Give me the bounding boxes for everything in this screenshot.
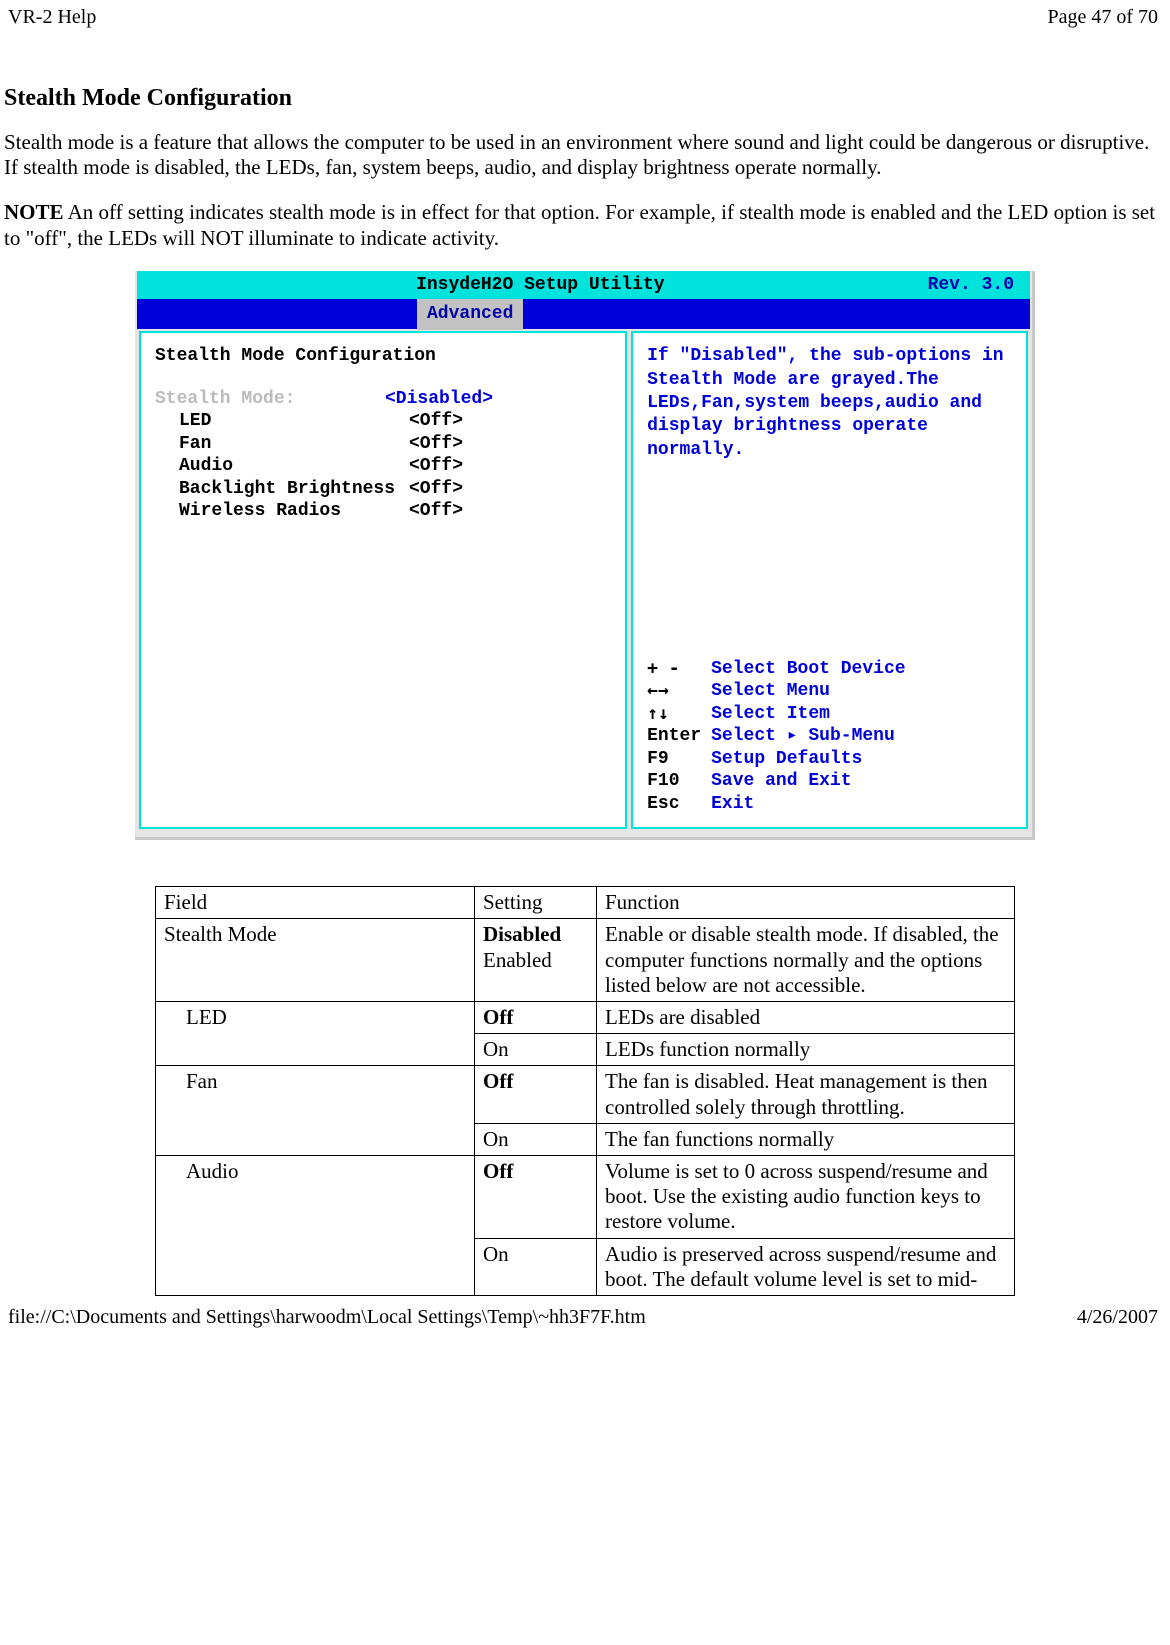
page-title: Stealth Mode Configuration	[4, 85, 1166, 112]
note-text: An off setting indicates stealth mode is…	[4, 200, 1155, 249]
bios-tab-advanced[interactable]: Advanced	[417, 299, 523, 330]
bios-tabbar: Advanced	[137, 299, 1030, 329]
bios-screenshot: InsydeH2O Setup Utility Rev. 3.0 Advance…	[135, 271, 1035, 841]
header-right: Page 47 of 70	[1047, 6, 1158, 29]
bios-section-title: Stealth Mode Configuration	[155, 345, 611, 368]
note-paragraph: NOTE An off setting indicates stealth mo…	[4, 200, 1166, 250]
table-row: Stealth Mode DisabledEnabled Enable or d…	[156, 919, 1015, 1002]
table-row: Audio Off Volume is set to 0 across susp…	[156, 1155, 1015, 1238]
th-field: Field	[156, 887, 475, 919]
page-footer: file://C:\Documents and Settings\harwood…	[4, 1296, 1166, 1339]
bios-item-stealth[interactable]: Stealth Mode: <Disabled>	[155, 388, 611, 411]
intro-paragraph: Stealth mode is a feature that allows th…	[4, 130, 1166, 180]
footer-date: 4/26/2007	[1077, 1306, 1158, 1329]
page-header: VR-2 Help Page 47 of 70	[4, 0, 1166, 39]
table-row: Fan Off The fan is disabled. Heat manage…	[156, 1066, 1015, 1123]
bios-item-led[interactable]: LED <Off>	[155, 410, 611, 433]
bios-titlebar: InsydeH2O Setup Utility Rev. 3.0	[137, 271, 1030, 300]
th-function: Function	[597, 887, 1015, 919]
note-label: NOTE	[4, 200, 64, 224]
bios-left-pane: Stealth Mode Configuration Stealth Mode:…	[139, 331, 627, 829]
bios-item-radios[interactable]: Wireless Radios <Off>	[155, 500, 611, 523]
bios-item-fan[interactable]: Fan <Off>	[155, 433, 611, 456]
header-left: VR-2 Help	[8, 6, 96, 29]
settings-table: Field Setting Function Stealth Mode Disa…	[155, 886, 1015, 1296]
table-header-row: Field Setting Function	[156, 887, 1015, 919]
bios-key-legend: + -Select Boot Device ←→Select Menu ↑↓Se…	[647, 658, 1012, 816]
bios-revision: Rev. 3.0	[928, 274, 1014, 297]
bios-utility-name: InsydeH2O Setup Utility	[153, 274, 928, 297]
table-row: LED Off LEDs are disabled	[156, 1002, 1015, 1034]
bios-item-brightness[interactable]: Backlight Brightness <Off>	[155, 478, 611, 501]
th-setting: Setting	[475, 887, 597, 919]
bios-item-audio[interactable]: Audio <Off>	[155, 455, 611, 478]
bios-help-text: If "Disabled", the sub-options in Stealt…	[647, 345, 1012, 462]
bios-right-pane: If "Disabled", the sub-options in Stealt…	[631, 331, 1028, 829]
footer-path: file://C:\Documents and Settings\harwood…	[8, 1306, 646, 1329]
